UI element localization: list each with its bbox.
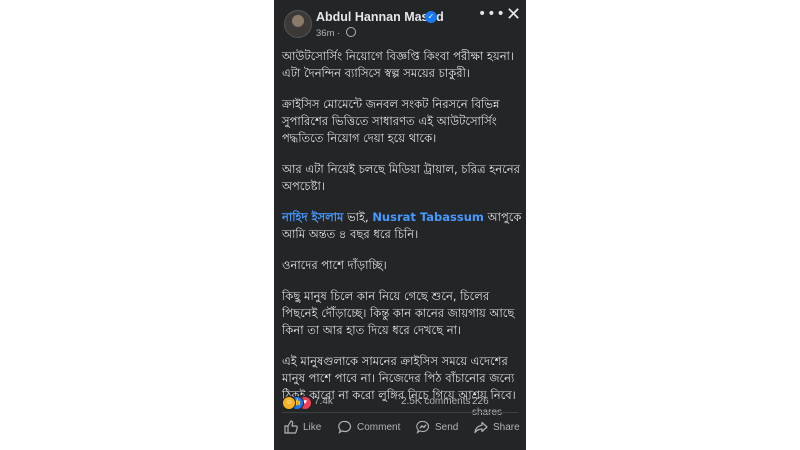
comment-count[interactable]: 2.5K comments <box>401 396 470 407</box>
mention-text: আপুকে <box>483 210 522 224</box>
send-button[interactable]: Send <box>416 418 458 438</box>
mention-paragraph: নাহিদ ইসলাম ভাই, Nusrat Tabassum আপুকে আ… <box>282 209 522 243</box>
close-icon[interactable]: ✕ <box>506 6 521 24</box>
share-button[interactable]: Share <box>474 418 520 438</box>
post-time[interactable]: 36m <box>316 28 334 39</box>
post-paragraph: আর এটা নিয়েই চলছে মিডিয়া ট্রায়াল, চরি… <box>282 161 522 195</box>
post-line: পদ্ধতিতে নিয়োগ দেয়া হয়ে থাকে। <box>282 131 437 145</box>
facebook-post: Abdul Hannan Masud ✓ 36m · ••• ✕ আউটসোর্… <box>274 0 526 450</box>
mention-link[interactable]: Nusrat Tabassum <box>372 210 484 224</box>
reactions-bar: ♥ 👍 ☺ 7.4k 2.5K comments 226 shares <box>282 395 520 418</box>
post-line: কিছু মানুষ চিলে কান নিয়ে গেছে শুনে, চিল… <box>282 289 490 303</box>
more-options-icon[interactable]: ••• <box>478 6 506 22</box>
mention-link[interactable]: নাহিদ ইসলাম <box>282 210 343 224</box>
action-bar: Like Comment Send Share <box>274 418 526 442</box>
post-body: আউটসোর্সিং নিয়োগে বিজ্ঞপ্তি কিংবা পরীক্… <box>282 48 522 418</box>
send-label: Send <box>435 422 459 433</box>
comment-label: Comment <box>357 422 401 433</box>
comment-button[interactable]: Comment <box>338 418 400 438</box>
like-button[interactable]: Like <box>284 418 321 438</box>
avatar[interactable] <box>284 10 312 38</box>
post-line: সুপারিশের ভিত্তিতে সাধারণত এই আউটসোর্সিং <box>282 114 497 128</box>
post-line: মানুষ পাশে পাবে না। নিজেদের পিঠ বাঁচানোর… <box>282 371 515 385</box>
share-count[interactable]: 226 shares <box>472 396 520 418</box>
share-label: Share <box>493 422 520 433</box>
like-label: Like <box>303 422 322 433</box>
post-line: এই মানুষগুলাকে সামনের ক্রাইসিস সময়ে এদে… <box>282 354 508 368</box>
like-icon <box>284 420 298 434</box>
post-line: আর এটা নিয়েই চলছে মিডিয়া ট্রায়াল, চরি… <box>282 162 520 176</box>
share-icon <box>474 422 488 434</box>
post-line: কিনা তা আর হাত দিয়ে ধরে দেখছে না। <box>282 323 462 337</box>
divider <box>282 412 518 413</box>
post-line: আউটসোর্সিং নিয়োগে বিজ্ঞপ্তি কিংবা পরীক্… <box>282 49 515 63</box>
post-meta: 36m · <box>316 27 356 39</box>
post-line: পিছনেই দৌঁড়াচ্ছে। কিন্তু কান কানের জায়… <box>282 306 515 320</box>
haha-reaction-icon: ☺ <box>282 396 296 410</box>
verified-icon: ✓ <box>425 11 437 23</box>
post-line: নাহিদ ইসলাম ভাই, Nusrat Tabassum আপুকে <box>282 209 522 226</box>
send-icon <box>416 421 430 435</box>
post-header: Abdul Hannan Masud ✓ 36m · ••• ✕ <box>274 0 526 44</box>
post-paragraph: আউটসোর্সিং নিয়োগে বিজ্ঞপ্তি কিংবা পরীক্… <box>282 48 522 82</box>
globe-icon <box>345 27 356 37</box>
post-line: আমি অন্তত ৪ বছর ধরে চিনি। <box>282 227 419 241</box>
mention-text: ভাই, <box>343 210 373 224</box>
post-paragraph: ক্রাইসিস মোমেন্টে জনবল সংকট নিরসনে বিভিন… <box>282 96 522 147</box>
post-line: ক্রাইসিস মোমেন্টে জনবল সংকট নিরসনে বিভিন… <box>282 97 500 111</box>
post-line: অপচেষ্টা। <box>282 179 325 193</box>
post-paragraph: ওনাদের পাশে দাঁড়াচ্ছি। <box>282 257 522 274</box>
post-line: ওনাদের পাশে দাঁড়াচ্ছি। <box>282 258 387 272</box>
comment-icon <box>338 421 352 435</box>
reaction-count[interactable]: 7.4k <box>314 396 333 407</box>
post-paragraph: কিছু মানুষ চিলে কান নিয়ে গেছে শুনে, চিল… <box>282 288 522 339</box>
post-line: এটা দৈনন্দিন ব্যাসিসে স্বল্প সময়ের চাকু… <box>282 66 470 80</box>
